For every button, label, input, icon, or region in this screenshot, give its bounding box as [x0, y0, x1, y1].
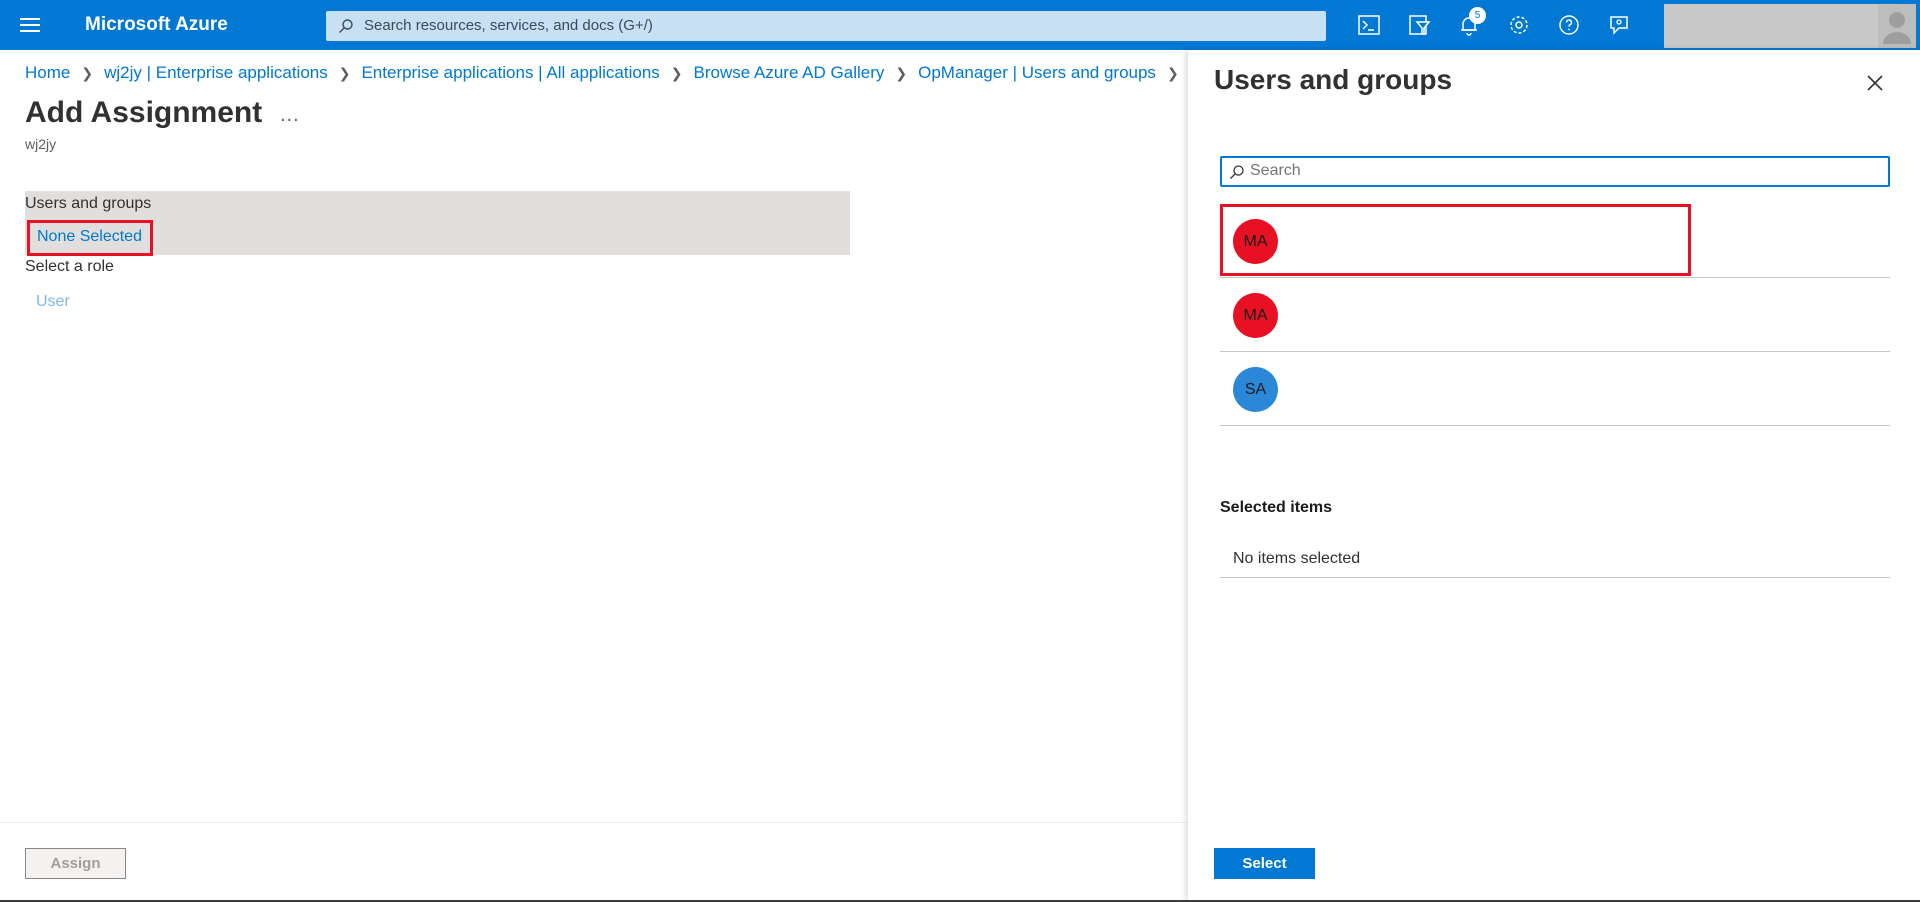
portal-brand[interactable]: Microsoft Azure: [85, 14, 228, 36]
breadcrumb-gallery[interactable]: Browse Azure AD Gallery: [694, 63, 885, 83]
top-nav-bar: Microsoft Azure Search resources, servic…: [0, 0, 1920, 50]
panel-search-box: [1220, 156, 1890, 187]
user-avatar-icon[interactable]: [1878, 4, 1916, 48]
panel-title: Users and groups: [1214, 64, 1453, 95]
no-items-text: No items selected: [1233, 550, 1361, 567]
page-subtitle: wj2jy: [25, 136, 57, 152]
chevron-right-icon: ❯: [1166, 64, 1179, 81]
page-title: Add Assignment: [25, 96, 263, 129]
role-user-link[interactable]: User: [36, 293, 70, 311]
feedback-icon[interactable]: [1607, 13, 1633, 39]
directory-filter-icon[interactable]: [1407, 13, 1433, 39]
selected-items-list: No items selected: [1220, 538, 1890, 578]
users-groups-section: Users and groups None Selected: [25, 191, 850, 256]
select-button[interactable]: Select: [1214, 848, 1315, 879]
assign-button[interactable]: Assign: [25, 848, 126, 879]
close-icon[interactable]: [1863, 71, 1887, 95]
more-options-icon[interactable]: ...: [280, 104, 300, 127]
global-search-input[interactable]: Search resources, services, and docs (G+…: [326, 11, 1326, 41]
hamburger-menu-icon[interactable]: [18, 15, 42, 35]
user-avatar: MA: [1233, 219, 1278, 264]
cloud-shell-icon[interactable]: [1357, 13, 1383, 39]
search-icon: [338, 18, 354, 39]
breadcrumb-enterprise-applications[interactable]: wj2jy | Enterprise applications: [104, 63, 328, 83]
settings-gear-icon[interactable]: [1507, 13, 1533, 39]
user-avatar: MA: [1233, 293, 1278, 338]
user-list-item[interactable]: SA: [1220, 352, 1890, 426]
breadcrumb-home[interactable]: Home: [25, 63, 70, 83]
breadcrumb-opmanager[interactable]: OpManager | Users and groups: [918, 63, 1156, 83]
none-selected-link[interactable]: None Selected: [27, 220, 153, 256]
account-info[interactable]: [1664, 4, 1878, 48]
chevron-right-icon: ❯: [81, 64, 94, 81]
panel-search-input[interactable]: [1250, 160, 1870, 182]
chevron-right-icon: ❯: [670, 64, 683, 81]
chevron-right-icon: ❯: [895, 64, 908, 81]
breadcrumb: Home ❯ wj2jy | Enterprise applications ❯…: [25, 63, 1190, 83]
notification-count-badge: 5: [1469, 7, 1486, 24]
users-groups-label: Users and groups: [25, 195, 152, 212]
help-icon[interactable]: [1557, 13, 1583, 39]
footer-divider: [0, 822, 1188, 823]
global-search-placeholder: Search resources, services, and docs (G+…: [364, 17, 653, 34]
select-role-label: Select a role: [25, 258, 114, 275]
selected-items-heading: Selected items: [1220, 499, 1333, 516]
user-avatar: SA: [1233, 367, 1278, 412]
breadcrumb-all-applications[interactable]: Enterprise applications | All applicatio…: [361, 63, 659, 83]
user-list-item[interactable]: MA: [1220, 204, 1890, 278]
users-groups-panel: Users and groups MA MA SA Selected items…: [1188, 50, 1920, 902]
search-icon: [1229, 164, 1245, 185]
user-list-item[interactable]: MA: [1220, 278, 1890, 352]
chevron-right-icon: ❯: [338, 64, 351, 81]
